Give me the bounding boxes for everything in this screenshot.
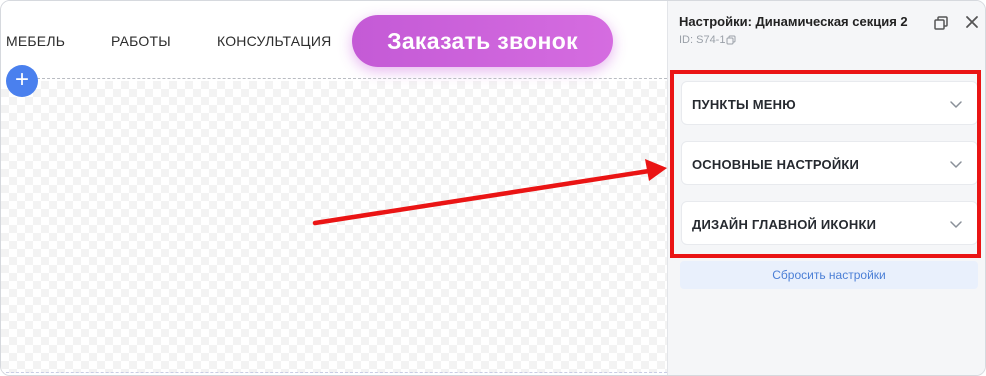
copy-icon[interactable] (726, 35, 736, 45)
panel-title: Настройки: Динамическая секция 2 (679, 14, 908, 29)
nav-item-furniture[interactable]: МЕБЕЛЬ (6, 33, 65, 49)
nav-item-works[interactable]: РАБОТЫ (111, 33, 171, 49)
section-divider (37, 78, 667, 79)
section-id-label: ID: S74-1 (679, 34, 726, 46)
site-header: МЕБЕЛЬ РАБОТЫ КОНСУЛЬТАЦИЯ Заказать звон… (1, 1, 667, 79)
page-canvas: МЕБЕЛЬ РАБОТЫ КОНСУЛЬТАЦИЯ Заказать звон… (1, 1, 667, 375)
highlight-box (670, 70, 981, 258)
section-id: ID: S74-1 (679, 34, 736, 46)
close-icon[interactable] (964, 14, 980, 30)
window-restore-icon[interactable] (933, 15, 949, 31)
canvas-background (1, 81, 667, 373)
reset-settings-button[interactable]: Сбросить настройки (680, 261, 978, 289)
order-call-button[interactable]: Заказать звонок (352, 15, 613, 67)
plus-icon: + (14, 66, 29, 93)
add-section-button[interactable]: + (6, 65, 38, 97)
section-bottom-border (1, 372, 667, 373)
app-window: МЕБЕЛЬ РАБОТЫ КОНСУЛЬТАЦИЯ Заказать звон… (0, 0, 986, 376)
nav-item-consultation[interactable]: КОНСУЛЬТАЦИЯ (217, 33, 331, 49)
